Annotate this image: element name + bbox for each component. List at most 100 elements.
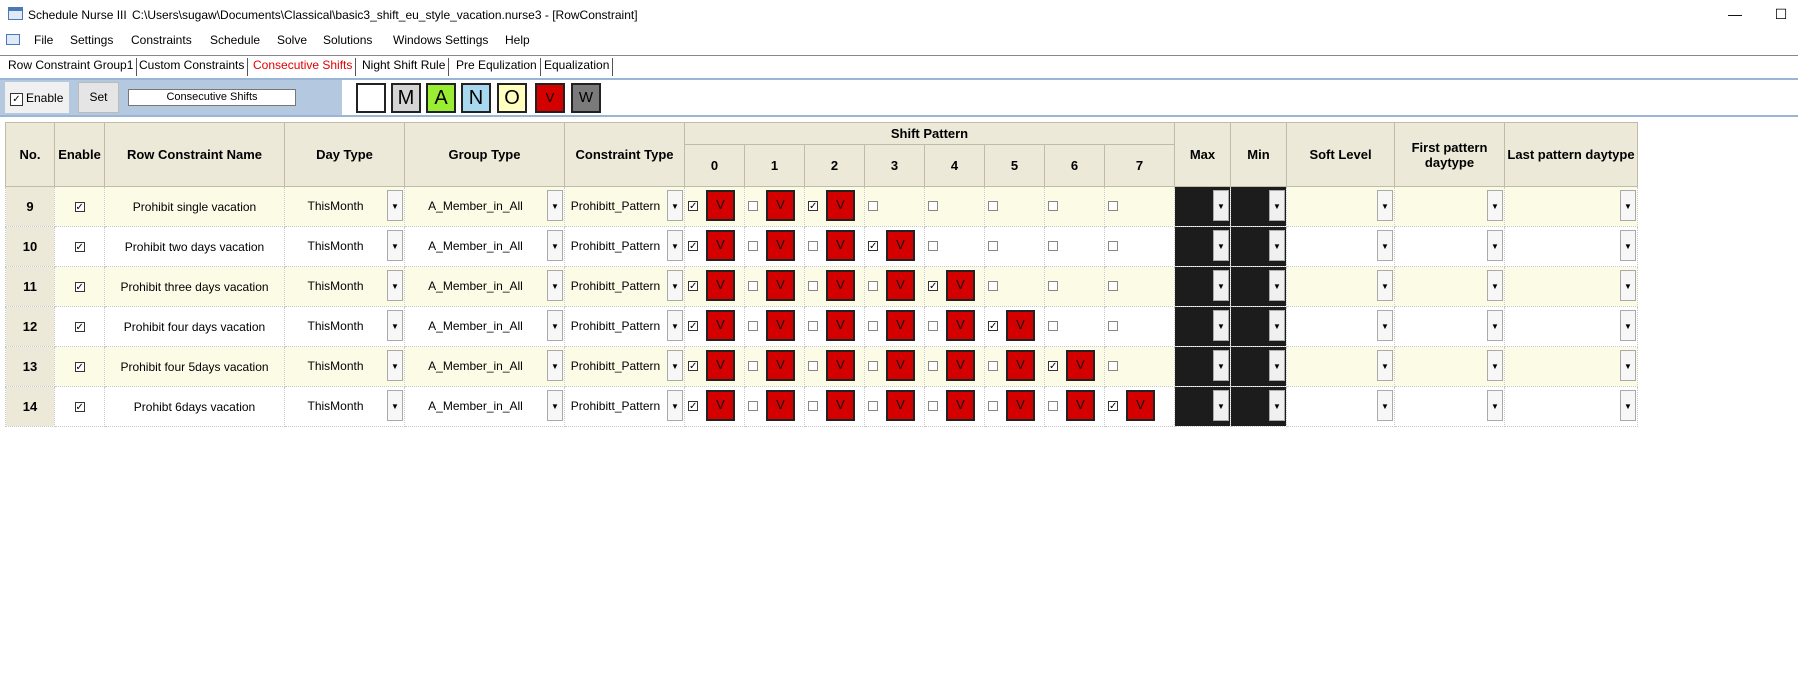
pattern-shift-button[interactable]: V [766, 310, 795, 341]
chevron-down-icon[interactable]: ▼ [1377, 390, 1393, 421]
row-number[interactable]: 13 [5, 346, 55, 387]
tab-pre-equlization[interactable]: Pre Equlization [456, 58, 541, 76]
tab-consecutive-shifts[interactable]: Consecutive Shifts [253, 58, 357, 76]
max-dropdown[interactable]: ▼ [1174, 266, 1231, 307]
soft-level-dropdown[interactable]: ▼ [1286, 186, 1395, 227]
pattern-checkbox[interactable]: ✓ [808, 201, 818, 212]
pattern-checkbox[interactable] [928, 401, 938, 411]
pattern-shift-button[interactable]: V [886, 310, 915, 341]
first-pattern-daytype-dropdown[interactable]: ▼ [1394, 186, 1505, 227]
pattern-checkbox[interactable] [988, 361, 998, 371]
first-pattern-daytype-dropdown[interactable]: ▼ [1394, 386, 1505, 427]
tab-night-shift-rule[interactable]: Night Shift Rule [362, 58, 450, 76]
chevron-down-icon[interactable]: ▼ [1269, 310, 1285, 341]
group-name-field[interactable]: Consecutive Shifts [128, 89, 296, 106]
last-pattern-daytype-dropdown[interactable]: ▼ [1504, 306, 1638, 347]
first-pattern-daytype-dropdown[interactable]: ▼ [1394, 266, 1505, 307]
max-dropdown[interactable]: ▼ [1174, 226, 1231, 267]
group-type-dropdown[interactable]: A_Member_in_All ▼ [404, 186, 565, 227]
pattern-checkbox[interactable] [1048, 401, 1058, 411]
pattern-shift-button[interactable]: V [706, 350, 735, 381]
min-dropdown[interactable]: ▼ [1230, 226, 1287, 267]
pattern-shift-button[interactable]: V [946, 310, 975, 341]
min-dropdown[interactable]: ▼ [1230, 346, 1287, 387]
pattern-shift-button[interactable]: V [706, 270, 735, 301]
row-constraint-name[interactable]: Prohibit three days vacation [104, 266, 285, 307]
pattern-checkbox[interactable] [808, 321, 818, 331]
last-pattern-daytype-dropdown[interactable]: ▼ [1504, 346, 1638, 387]
table-row[interactable]: 10 ✓ Prohibit two days vacation ThisMonth ▼ A… [5, 226, 1638, 267]
row-constraint-name[interactable]: Prohibit four 5days vacation [104, 346, 285, 387]
chevron-down-icon[interactable]: ▼ [547, 270, 563, 301]
chevron-down-icon[interactable]: ▼ [667, 230, 683, 261]
pattern-shift-button[interactable]: V [766, 350, 795, 381]
pattern-shift-button[interactable]: V [706, 310, 735, 341]
day-type-dropdown[interactable]: ThisMonth ▼ [284, 266, 405, 307]
chevron-down-icon[interactable]: ▼ [1269, 270, 1285, 301]
menu-solutions[interactable]: Solutions [323, 33, 372, 47]
table-row[interactable]: 14 ✓ Prohibt 6days vacation ThisMonth ▼ A_Mem… [5, 386, 1638, 427]
menu-help[interactable]: Help [505, 33, 530, 47]
constraint-type-dropdown[interactable]: Prohibitt_Pattern ▼ [564, 306, 685, 347]
pattern-shift-button[interactable]: V [826, 310, 855, 341]
pattern-checkbox[interactable] [928, 201, 938, 211]
pattern-shift-button[interactable]: V [826, 270, 855, 301]
soft-level-dropdown[interactable]: ▼ [1286, 386, 1395, 427]
group-type-dropdown[interactable]: A_Member_in_All ▼ [404, 306, 565, 347]
pattern-checkbox[interactable]: ✓ [688, 281, 698, 292]
menu-settings[interactable]: Settings [70, 33, 113, 47]
menu-windows-settings[interactable]: Windows Settings [393, 33, 488, 47]
pattern-shift-button[interactable]: V [826, 350, 855, 381]
pattern-checkbox[interactable]: ✓ [688, 401, 698, 412]
chevron-down-icon[interactable]: ▼ [547, 190, 563, 221]
pattern-shift-button[interactable]: V [706, 230, 735, 261]
chevron-down-icon[interactable]: ▼ [1213, 350, 1229, 381]
pattern-checkbox[interactable]: ✓ [1108, 401, 1118, 412]
row-number[interactable]: 11 [5, 266, 55, 307]
chevron-down-icon[interactable]: ▼ [667, 350, 683, 381]
pattern-shift-button[interactable]: V [706, 190, 735, 221]
pattern-checkbox[interactable]: ✓ [688, 361, 698, 372]
pattern-shift-button[interactable]: V [826, 390, 855, 421]
chevron-down-icon[interactable]: ▼ [547, 310, 563, 341]
pattern-checkbox[interactable] [868, 281, 878, 291]
pattern-checkbox[interactable] [928, 321, 938, 331]
pattern-checkbox[interactable] [1108, 241, 1118, 251]
pattern-shift-button[interactable]: V [766, 270, 795, 301]
chevron-down-icon[interactable]: ▼ [387, 390, 403, 421]
pattern-shift-button[interactable]: V [1006, 350, 1035, 381]
chevron-down-icon[interactable]: ▼ [667, 190, 683, 221]
chevron-down-icon[interactable]: ▼ [1620, 310, 1636, 341]
pattern-checkbox[interactable] [748, 241, 758, 251]
day-type-dropdown[interactable]: ThisMonth ▼ [284, 306, 405, 347]
pattern-checkbox[interactable] [988, 201, 998, 211]
chevron-down-icon[interactable]: ▼ [387, 270, 403, 301]
min-dropdown[interactable]: ▼ [1230, 386, 1287, 427]
pattern-checkbox[interactable] [928, 241, 938, 251]
pattern-checkbox[interactable] [748, 201, 758, 211]
row-enable-checkbox[interactable]: ✓ [74, 362, 85, 373]
chevron-down-icon[interactable]: ▼ [387, 230, 403, 261]
table-row[interactable]: 11 ✓ Prohibit three days vacation ThisMonth… [5, 266, 1638, 307]
pattern-checkbox[interactable]: ✓ [688, 321, 698, 332]
soft-level-dropdown[interactable]: ▼ [1286, 306, 1395, 347]
pattern-checkbox[interactable] [868, 201, 878, 211]
day-type-dropdown[interactable]: ThisMonth ▼ [284, 186, 405, 227]
pattern-checkbox[interactable] [808, 281, 818, 291]
chevron-down-icon[interactable]: ▼ [1620, 190, 1636, 221]
pattern-checkbox[interactable]: ✓ [928, 281, 938, 292]
max-dropdown[interactable]: ▼ [1174, 386, 1231, 427]
group-type-dropdown[interactable]: A_Member_in_All ▼ [404, 226, 565, 267]
soft-level-dropdown[interactable]: ▼ [1286, 266, 1395, 307]
chevron-down-icon[interactable]: ▼ [1487, 270, 1503, 301]
last-pattern-daytype-dropdown[interactable]: ▼ [1504, 386, 1638, 427]
pattern-shift-button[interactable]: V [826, 230, 855, 261]
pattern-checkbox[interactable] [1048, 241, 1058, 251]
row-enable-checkbox[interactable]: ✓ [74, 282, 85, 293]
group-type-dropdown[interactable]: A_Member_in_All ▼ [404, 386, 565, 427]
tab-row-constraint-group1[interactable]: Row Constraint Group1 [8, 58, 138, 76]
menu-solve[interactable]: Solve [277, 33, 307, 47]
max-dropdown[interactable]: ▼ [1174, 306, 1231, 347]
chevron-down-icon[interactable]: ▼ [667, 310, 683, 341]
pattern-shift-button[interactable]: V [1066, 390, 1095, 421]
